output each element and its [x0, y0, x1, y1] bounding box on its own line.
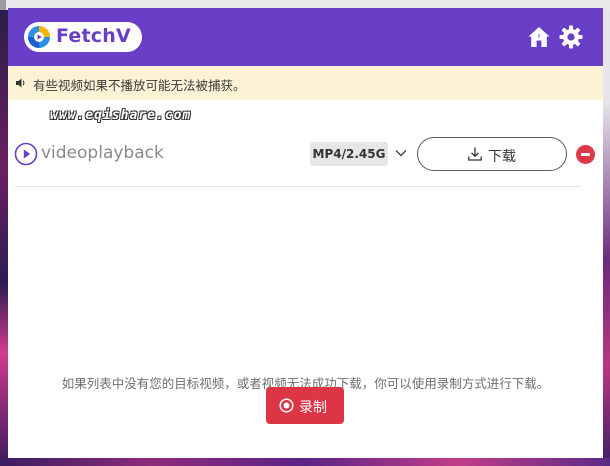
- play-circle-icon[interactable]: [14, 142, 38, 166]
- remove-video-button[interactable]: [576, 145, 595, 164]
- download-button[interactable]: 下载: [417, 137, 567, 171]
- record-icon: [279, 398, 294, 413]
- list-divider: [14, 186, 581, 187]
- watermark: www.eqishare.com: [50, 108, 192, 123]
- notice-banner: 有些视频如果不播放可能无法被捕获。: [8, 66, 603, 100]
- record-label: 录制: [299, 400, 327, 416]
- download-label: 下载: [488, 149, 516, 165]
- home-icon[interactable]: [526, 24, 552, 50]
- extension-popup: FetchV 有些视频如果不播放可能无法被捕获。 www.eqishare.co…: [8, 8, 603, 458]
- browser-chrome-fragment: [0, 0, 6, 10]
- popup-header: FetchV: [8, 8, 603, 66]
- minus-circle-icon: [581, 153, 590, 156]
- notice-text: 有些视频如果不播放可能无法被捕获。: [33, 78, 246, 93]
- format-size-badge[interactable]: MP4/2.45G: [310, 142, 388, 166]
- desktop-background-right: [603, 10, 610, 466]
- fetchv-logo-icon: [28, 26, 50, 48]
- desktop-background-bottom: [0, 458, 610, 466]
- app-logo: FetchV: [24, 22, 142, 52]
- download-icon: [468, 147, 482, 161]
- speaker-icon: [16, 78, 25, 88]
- desktop-background-left: [0, 10, 8, 466]
- video-list-item: videoplayback MP4/2.45G 下载: [8, 126, 603, 186]
- app-name: FetchV: [56, 25, 131, 47]
- chevron-down-icon[interactable]: [394, 146, 408, 160]
- video-title: videoplayback: [41, 143, 164, 163]
- gear-icon[interactable]: [558, 24, 584, 50]
- record-button[interactable]: 录制: [266, 387, 344, 424]
